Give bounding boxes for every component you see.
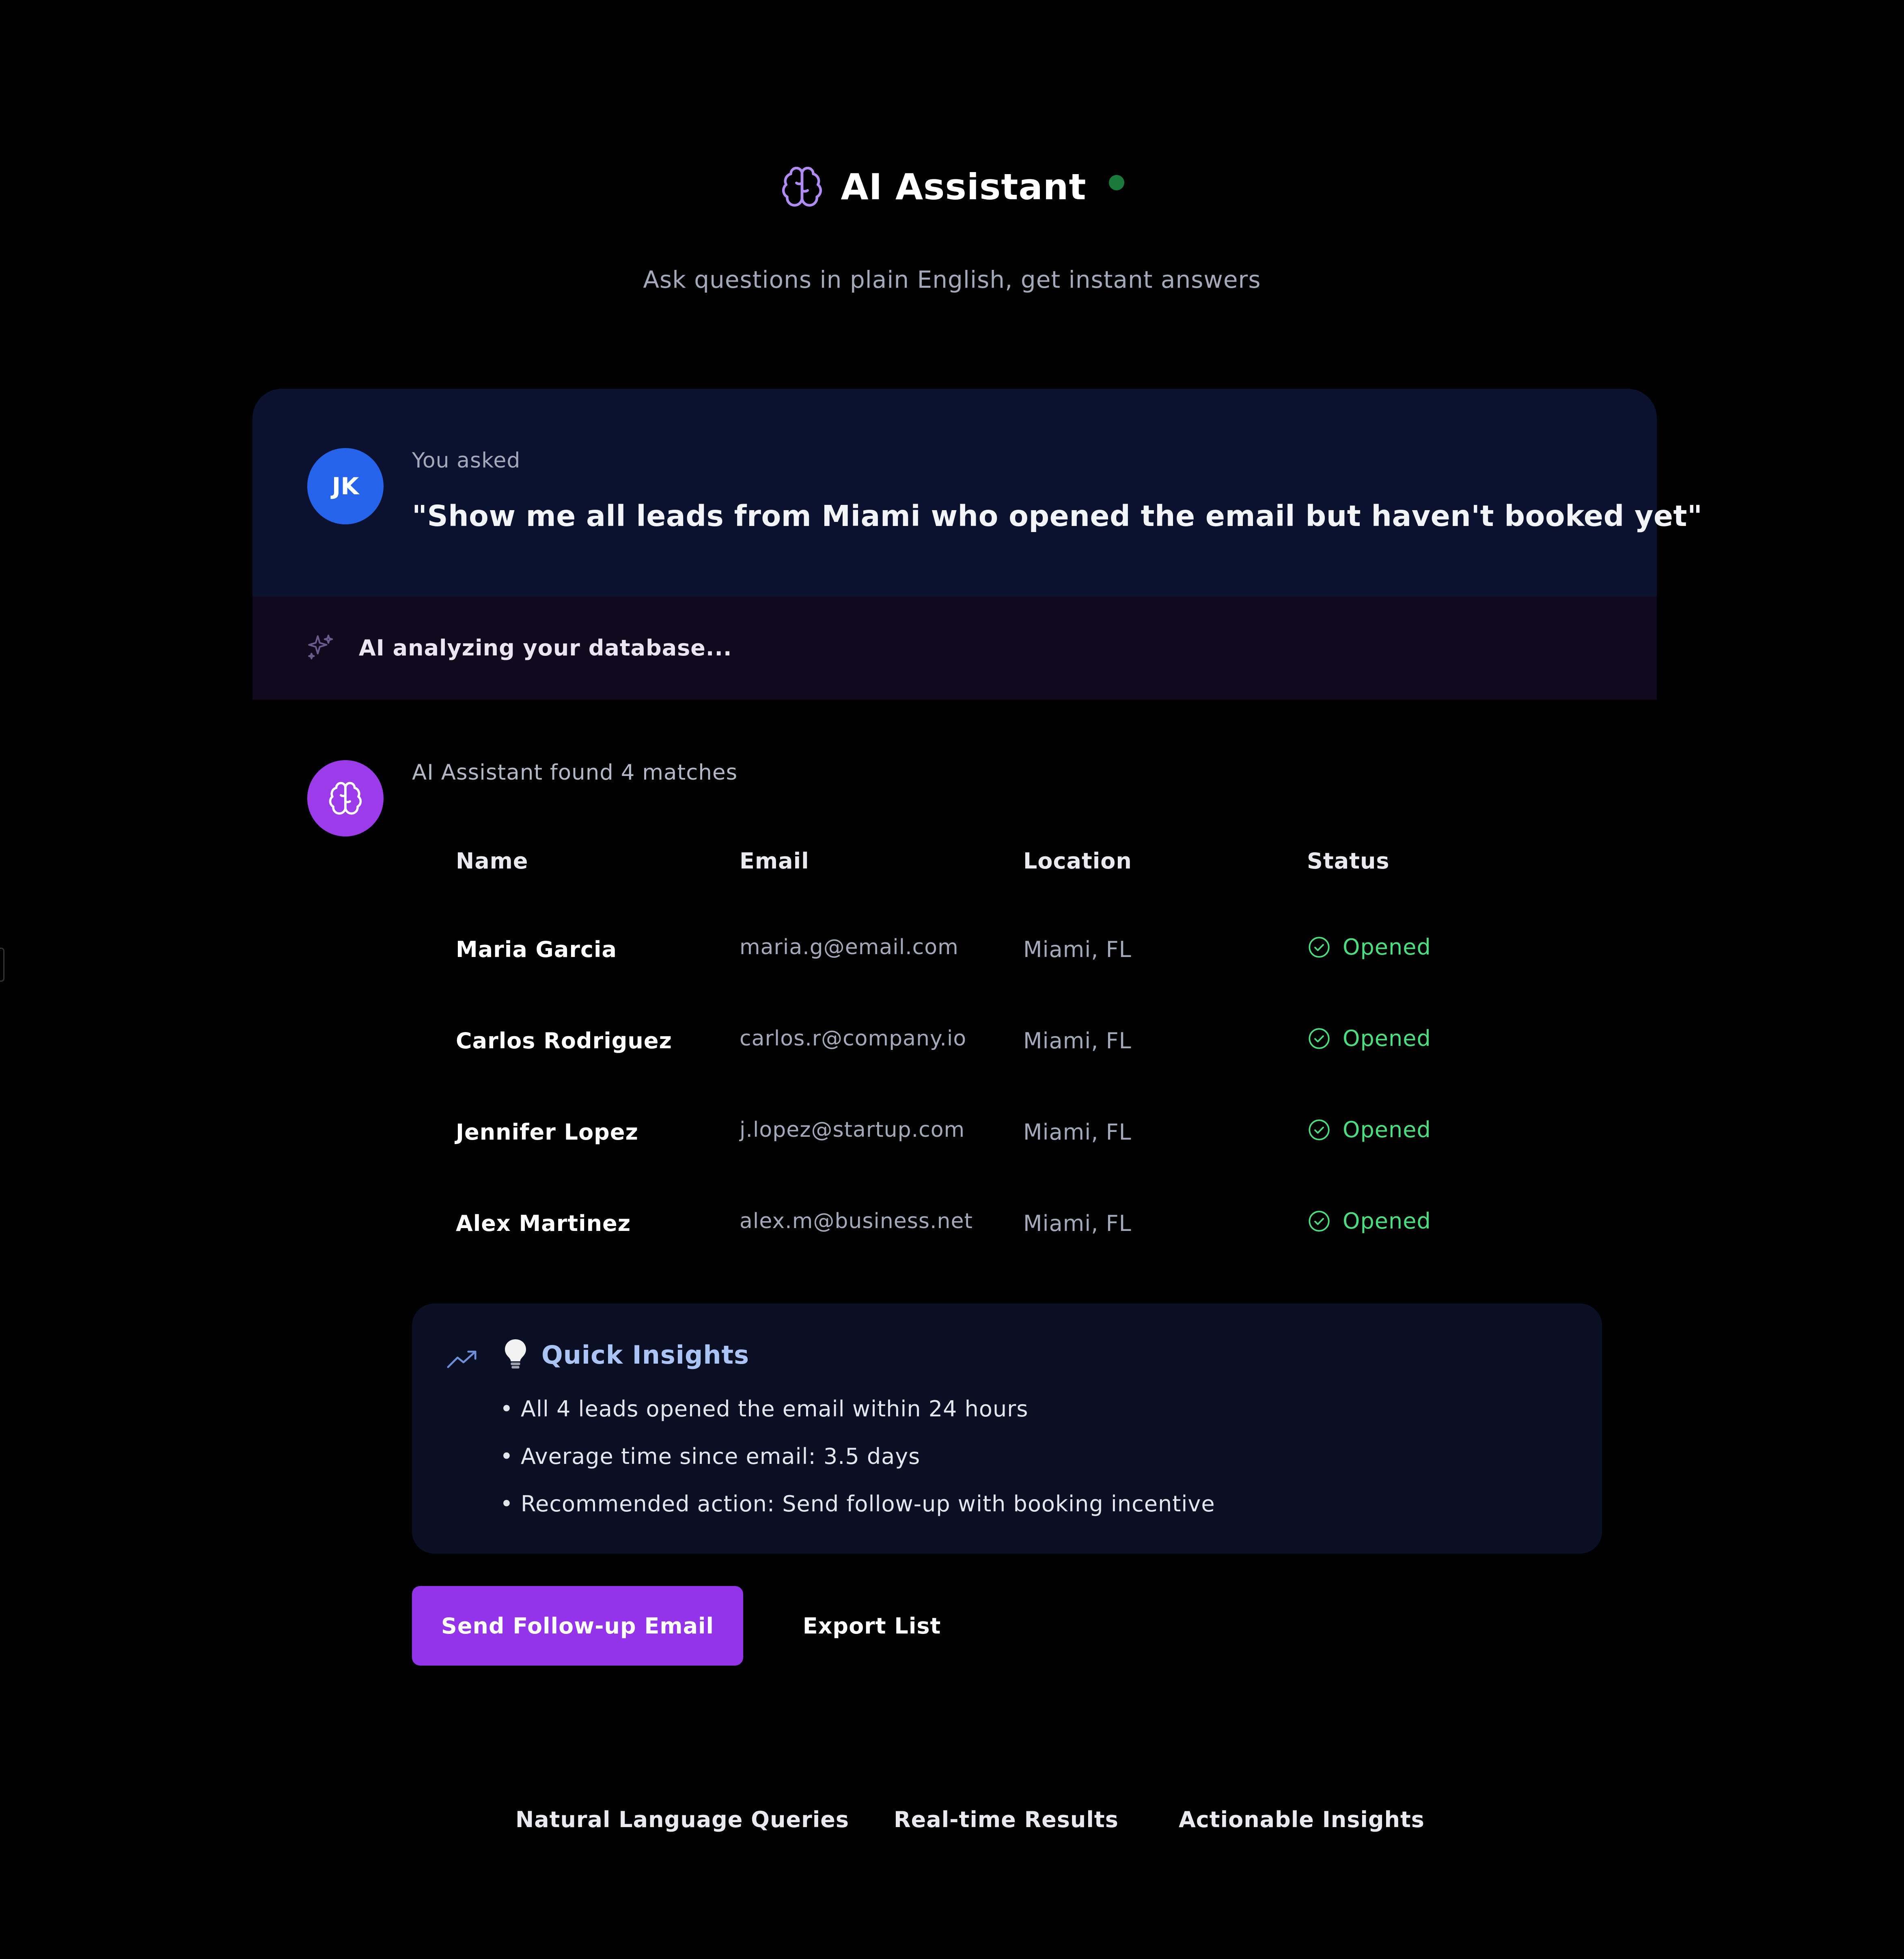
- lead-name: Carlos Rodriguez: [456, 1028, 672, 1054]
- feature-actionable-insights: Actionable Insights: [1179, 1807, 1425, 1832]
- table-row: Carlos Rodriguez carlos.r@company.io Mia…: [430, 1017, 1648, 1069]
- results-summary: AI Assistant found 4 matches: [412, 760, 738, 785]
- lead-email: j.lopez@startup.com: [740, 1118, 965, 1142]
- column-header-name: Name: [456, 848, 528, 874]
- brain-icon: [329, 782, 362, 815]
- feature-real-time-results: Real-time Results: [894, 1807, 1119, 1832]
- column-header-location: Location: [1023, 848, 1132, 874]
- status-label: Opened: [1343, 1117, 1431, 1142]
- page-header: AI Assistant: [0, 158, 1904, 215]
- lead-location: Miami, FL: [1023, 1211, 1132, 1236]
- lead-location: Miami, FL: [1023, 937, 1132, 962]
- analyzing-text: AI analyzing your database...: [359, 635, 732, 661]
- status-badge: Opened: [1307, 1117, 1431, 1142]
- query-label: You asked: [412, 448, 521, 473]
- status-badge: Opened: [1307, 1208, 1431, 1234]
- assistant-avatar: [307, 760, 384, 836]
- header-title-group: AI Assistant: [780, 164, 1124, 209]
- export-list-button[interactable]: Export List: [796, 1586, 948, 1666]
- page-subtitle: Ask questions in plain English, get inst…: [643, 266, 1261, 293]
- lead-location: Miami, FL: [1023, 1028, 1132, 1054]
- status-label: Opened: [1343, 1208, 1431, 1234]
- check-circle-icon: [1309, 1119, 1330, 1140]
- brain-icon: [782, 166, 822, 207]
- trending-up-icon: [447, 1351, 477, 1368]
- lead-name: Jennifer Lopez: [456, 1119, 638, 1145]
- send-follow-up-email-button[interactable]: Send Follow-up Email: [412, 1586, 743, 1666]
- status-badge: Opened: [1307, 934, 1431, 960]
- column-header-email: Email: [740, 848, 809, 874]
- lead-email: maria.g@email.com: [740, 935, 959, 959]
- status-label: Opened: [1343, 1026, 1431, 1051]
- user-avatar: JK: [307, 448, 384, 524]
- table-row: Alex Martinez alex.m@business.net Miami,…: [430, 1199, 1648, 1252]
- insight-item: • Average time since email: 3.5 days: [500, 1444, 921, 1469]
- check-circle-icon: [1309, 1028, 1330, 1049]
- side-drawer-handle[interactable]: [0, 948, 4, 982]
- sparkle-icon: [308, 634, 333, 659]
- query-card: [252, 389, 1657, 597]
- check-circle-icon: [1309, 1210, 1330, 1232]
- online-status-dot: [1108, 175, 1124, 190]
- lightbulb-icon: [505, 1339, 526, 1368]
- lead-name: Maria Garcia: [456, 937, 617, 962]
- lead-location: Miami, FL: [1023, 1119, 1132, 1145]
- table-row: Jennifer Lopez j.lopez@startup.com Miami…: [430, 1108, 1648, 1161]
- status-label: Opened: [1343, 934, 1431, 960]
- check-circle-icon: [1309, 936, 1330, 958]
- lead-name: Alex Martinez: [456, 1211, 631, 1236]
- column-header-status: Status: [1307, 848, 1390, 874]
- query-text: "Show me all leads from Miami who opened…: [412, 499, 1703, 533]
- page-title: AI Assistant: [841, 166, 1087, 208]
- feature-natural-language-queries: Natural Language Queries: [515, 1807, 850, 1832]
- lead-email: alex.m@business.net: [740, 1209, 973, 1233]
- table-row: Maria Garcia maria.g@email.com Miami, FL…: [430, 925, 1648, 978]
- status-badge: Opened: [1307, 1026, 1431, 1051]
- insight-item: • Recommended action: Send follow-up wit…: [500, 1491, 1215, 1517]
- insight-item: • All 4 leads opened the email within 24…: [500, 1396, 1029, 1422]
- insights-title: Quick Insights: [541, 1340, 750, 1370]
- lead-email: carlos.r@company.io: [740, 1026, 967, 1051]
